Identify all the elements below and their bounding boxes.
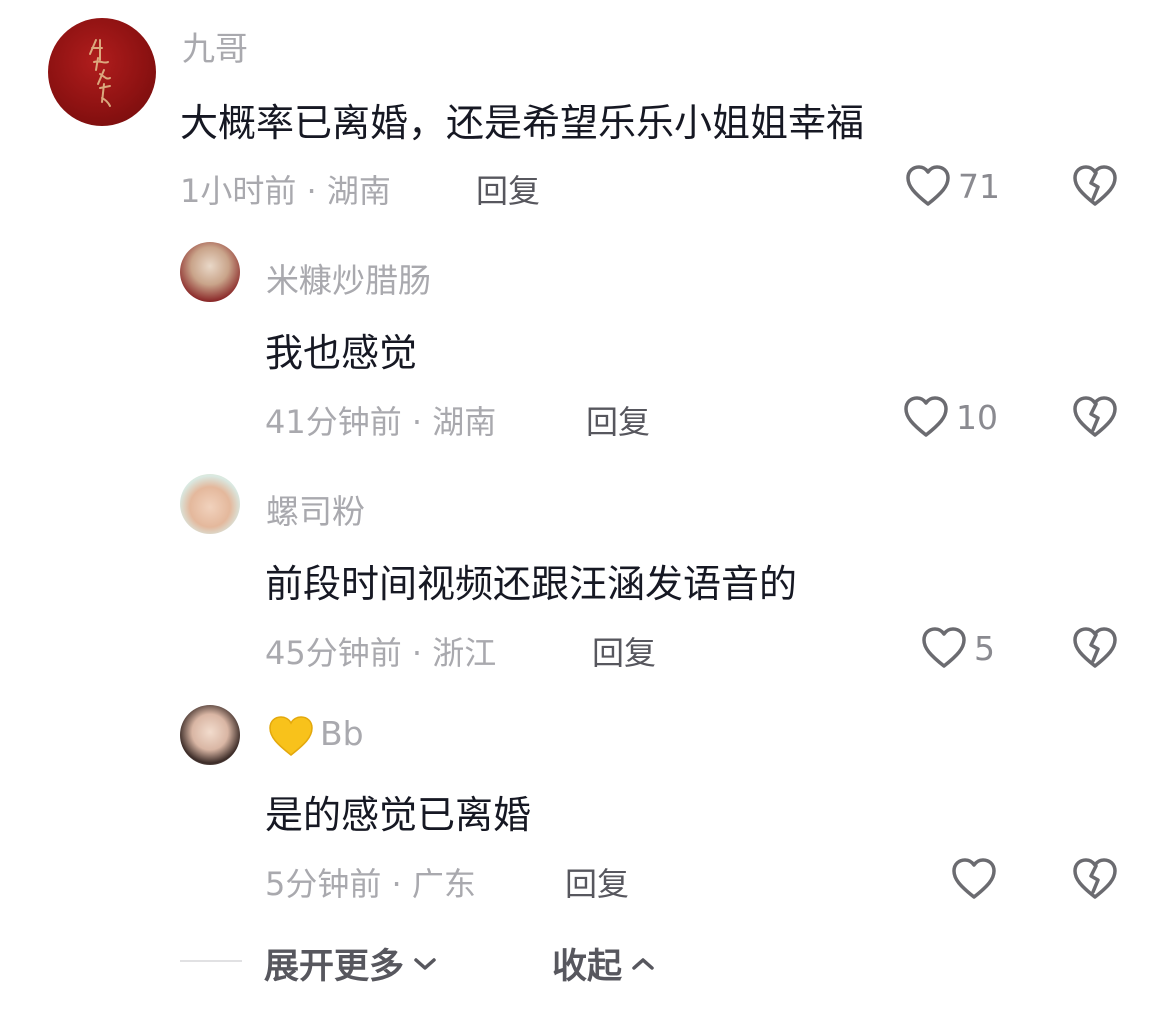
username[interactable]: 九哥 (182, 22, 248, 70)
reply-button[interactable]: 回复 (565, 859, 629, 905)
like-button[interactable]: 5 (920, 623, 995, 673)
comment-meta: 41分钟前 · 湖南 (265, 403, 497, 441)
username-text: Bb (320, 714, 364, 753)
reply-button[interactable]: 回复 (476, 166, 540, 212)
calligraphy-avatar-icon (89, 39, 111, 107)
heart-outline-icon (952, 858, 996, 899)
dislike-button[interactable] (1071, 856, 1119, 902)
comment-text: 前段时间视频还跟汪涵发语音的 (265, 562, 798, 606)
chevron-down-icon (414, 957, 436, 970)
comment-text: 大概率已离婚，还是希望乐乐小姐姐幸福 (180, 101, 865, 145)
like-count: 71 (958, 166, 1000, 206)
like-button[interactable]: 10 (902, 392, 998, 442)
heart-outline-icon (906, 165, 950, 206)
heart-outline-icon (922, 627, 966, 668)
reply-button[interactable]: 回复 (592, 628, 656, 674)
like-count: 5 (974, 628, 995, 668)
username[interactable]: Bb (268, 714, 364, 757)
yellow-heart-icon (269, 715, 313, 756)
heart-outline-icon (904, 396, 948, 437)
avatar[interactable] (180, 242, 240, 302)
reply-button[interactable]: 回复 (586, 397, 650, 443)
dislike-button[interactable] (1071, 163, 1119, 209)
comment-text: 是的感觉已离婚 (265, 793, 532, 837)
broken-heart-icon (1073, 396, 1117, 437)
comment-section: 九哥 大概率已离婚，还是希望乐乐小姐姐幸福 1小时前 · 湖南 回复 71 米糠… (0, 0, 1170, 1009)
chevron-up-icon (632, 957, 654, 970)
like-button[interactable] (950, 854, 1004, 904)
comment-text: 我也感觉 (265, 331, 418, 375)
comment-meta: 5分钟前 · 广东 (265, 865, 476, 903)
like-button[interactable]: 71 (904, 161, 1000, 211)
expand-more-button[interactable]: 展开更多 (264, 938, 438, 989)
avatar[interactable] (180, 474, 240, 534)
broken-heart-icon (1073, 627, 1117, 668)
avatar[interactable] (180, 705, 240, 765)
divider (180, 960, 242, 962)
expand-more-label: 展开更多 (264, 947, 405, 987)
comment-meta: 1小时前 · 湖南 (180, 172, 391, 210)
like-count: 10 (956, 397, 998, 437)
collapse-button[interactable]: 收起 (552, 938, 656, 989)
comment-meta: 45分钟前 · 浙江 (265, 634, 497, 672)
username[interactable]: 米糠炒腊肠 (266, 254, 431, 302)
avatar[interactable] (48, 18, 156, 126)
dislike-button[interactable] (1071, 625, 1119, 671)
broken-heart-icon (1073, 858, 1117, 899)
collapse-label: 收起 (552, 947, 623, 987)
broken-heart-icon (1073, 165, 1117, 206)
dislike-button[interactable] (1071, 394, 1119, 440)
username[interactable]: 螺司粉 (266, 485, 365, 533)
